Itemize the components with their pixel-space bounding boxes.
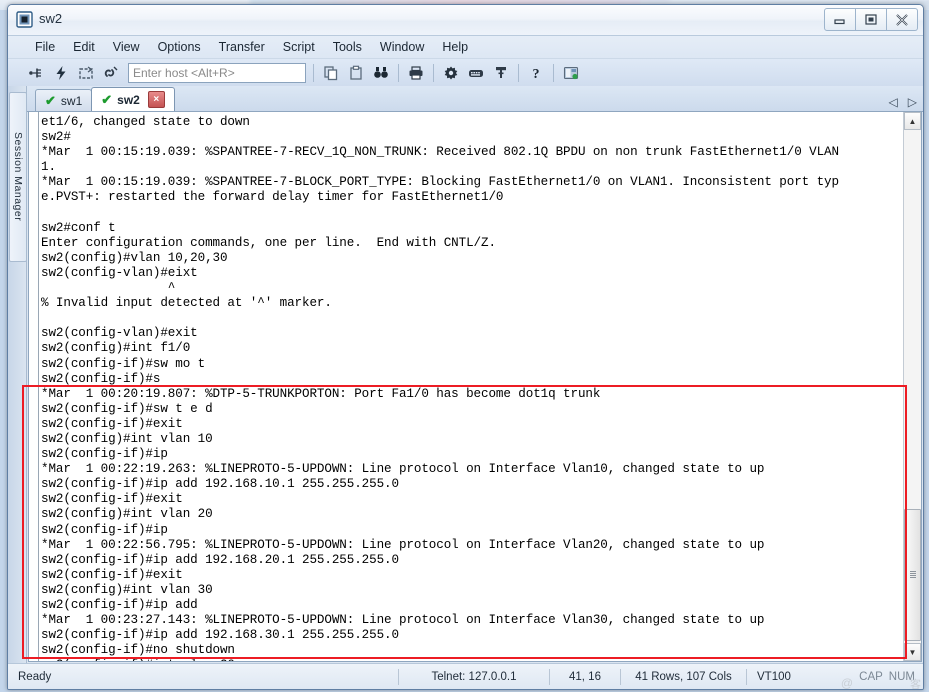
status-caps-indicator: CAP (859, 670, 883, 683)
menu-help[interactable]: Help (433, 38, 477, 56)
tab-connected-icon: ✔ (45, 93, 56, 108)
terminal-output[interactable]: et1/6, changed state to down sw2# *Mar 1… (39, 112, 903, 661)
host-input[interactable] (128, 63, 306, 83)
watermark-cn: 客 (910, 678, 921, 690)
toolbar: ? (8, 59, 923, 88)
quick-connect-icon[interactable] (49, 61, 73, 85)
menu-script[interactable]: Script (274, 38, 324, 56)
tab-sw1[interactable]: ✔ sw1 (35, 89, 93, 111)
connect-icon[interactable] (24, 61, 48, 85)
tab-label: sw1 (60, 93, 83, 108)
session-manager-icon[interactable] (559, 61, 583, 85)
status-cursor-position: 41, 16 (549, 668, 620, 685)
keymap-editor-icon[interactable] (464, 61, 488, 85)
status-bar: Ready Telnet: 127.0.0.1 41, 16 41 Rows, … (8, 663, 923, 689)
maximize-button[interactable] (856, 8, 887, 31)
scroll-down-icon[interactable]: ▼ (904, 643, 921, 661)
status-connection: Telnet: 127.0.0.1 (398, 668, 549, 685)
toolbar-separator-1 (313, 64, 314, 82)
securecrt-window: sw2 File Edit View Options Transfer Scri… (7, 4, 924, 690)
menu-edit[interactable]: Edit (64, 38, 104, 56)
body-region: Session Manager ✔ sw1 ✔ sw2 × ◁ ▷ et1/6,… (8, 86, 923, 663)
tab-close-icon[interactable]: × (147, 91, 165, 108)
title-bar: sw2 (8, 5, 923, 36)
session-manager-panel: Session Manager (8, 86, 27, 663)
disconnect-icon[interactable] (99, 61, 123, 85)
menu-window[interactable]: Window (371, 38, 433, 56)
scrollbar-grip-icon (909, 571, 916, 579)
menu-bar: File Edit View Options Transfer Script T… (8, 36, 923, 59)
menu-view[interactable]: View (104, 38, 149, 56)
scrollbar-thumb[interactable] (904, 509, 921, 641)
session-manager-tab[interactable]: Session Manager (9, 92, 27, 262)
toolbar-separator-5 (553, 64, 554, 82)
copy-icon[interactable] (319, 61, 343, 85)
status-indicators: @ CAP NUM 客 (841, 670, 923, 690)
menu-options[interactable]: Options (149, 38, 210, 56)
connect-in-tab-icon[interactable] (74, 61, 98, 85)
window-controls (824, 8, 918, 31)
toolbar-separator-4 (518, 64, 519, 82)
svg-text:?: ? (533, 67, 540, 81)
toolbar-separator-3 (433, 64, 434, 82)
tab-navigation: ◁ ▷ (889, 96, 917, 108)
terminal-area: et1/6, changed state to down sw2# *Mar 1… (28, 112, 922, 662)
close-button[interactable] (887, 8, 918, 31)
tab-prev-icon[interactable]: ◁ (889, 96, 898, 108)
menu-transfer[interactable]: Transfer (210, 38, 274, 56)
key-icon[interactable] (489, 61, 513, 85)
status-terminal-size: 41 Rows, 107 Cols (620, 668, 746, 685)
scrollbar-track[interactable] (904, 130, 921, 643)
paste-icon[interactable] (344, 61, 368, 85)
window-title: sw2 (39, 11, 63, 26)
menu-tools[interactable]: Tools (324, 38, 371, 56)
tab-next-icon[interactable]: ▷ (908, 96, 917, 108)
session-manager-label: Session Manager (12, 132, 24, 222)
menu-file[interactable]: File (26, 38, 64, 56)
terminal-gutter (29, 112, 39, 661)
tab-strip: ✔ sw1 ✔ sw2 × ◁ ▷ (27, 86, 923, 112)
tab-label: sw2 (117, 92, 140, 107)
toolbar-separator-2 (398, 64, 399, 82)
terminal-column: ✔ sw1 ✔ sw2 × ◁ ▷ et1/6, changed state t… (27, 86, 923, 663)
scroll-up-icon[interactable]: ▲ (904, 112, 921, 130)
print-icon[interactable] (404, 61, 428, 85)
status-ready: Ready (18, 670, 52, 683)
help-icon[interactable]: ? (524, 61, 548, 85)
watermark-at: @ (840, 675, 853, 690)
terminal-window-icon (16, 11, 33, 28)
tab-sw2[interactable]: ✔ sw2 × (91, 87, 175, 111)
tab-connected-icon: ✔ (101, 92, 113, 107)
status-emulation: VT100 (746, 668, 817, 685)
find-icon[interactable] (369, 61, 393, 85)
session-options-icon[interactable] (439, 61, 463, 85)
minimize-button[interactable] (824, 8, 856, 31)
terminal-scrollbar[interactable]: ▲ ▼ (903, 112, 921, 661)
